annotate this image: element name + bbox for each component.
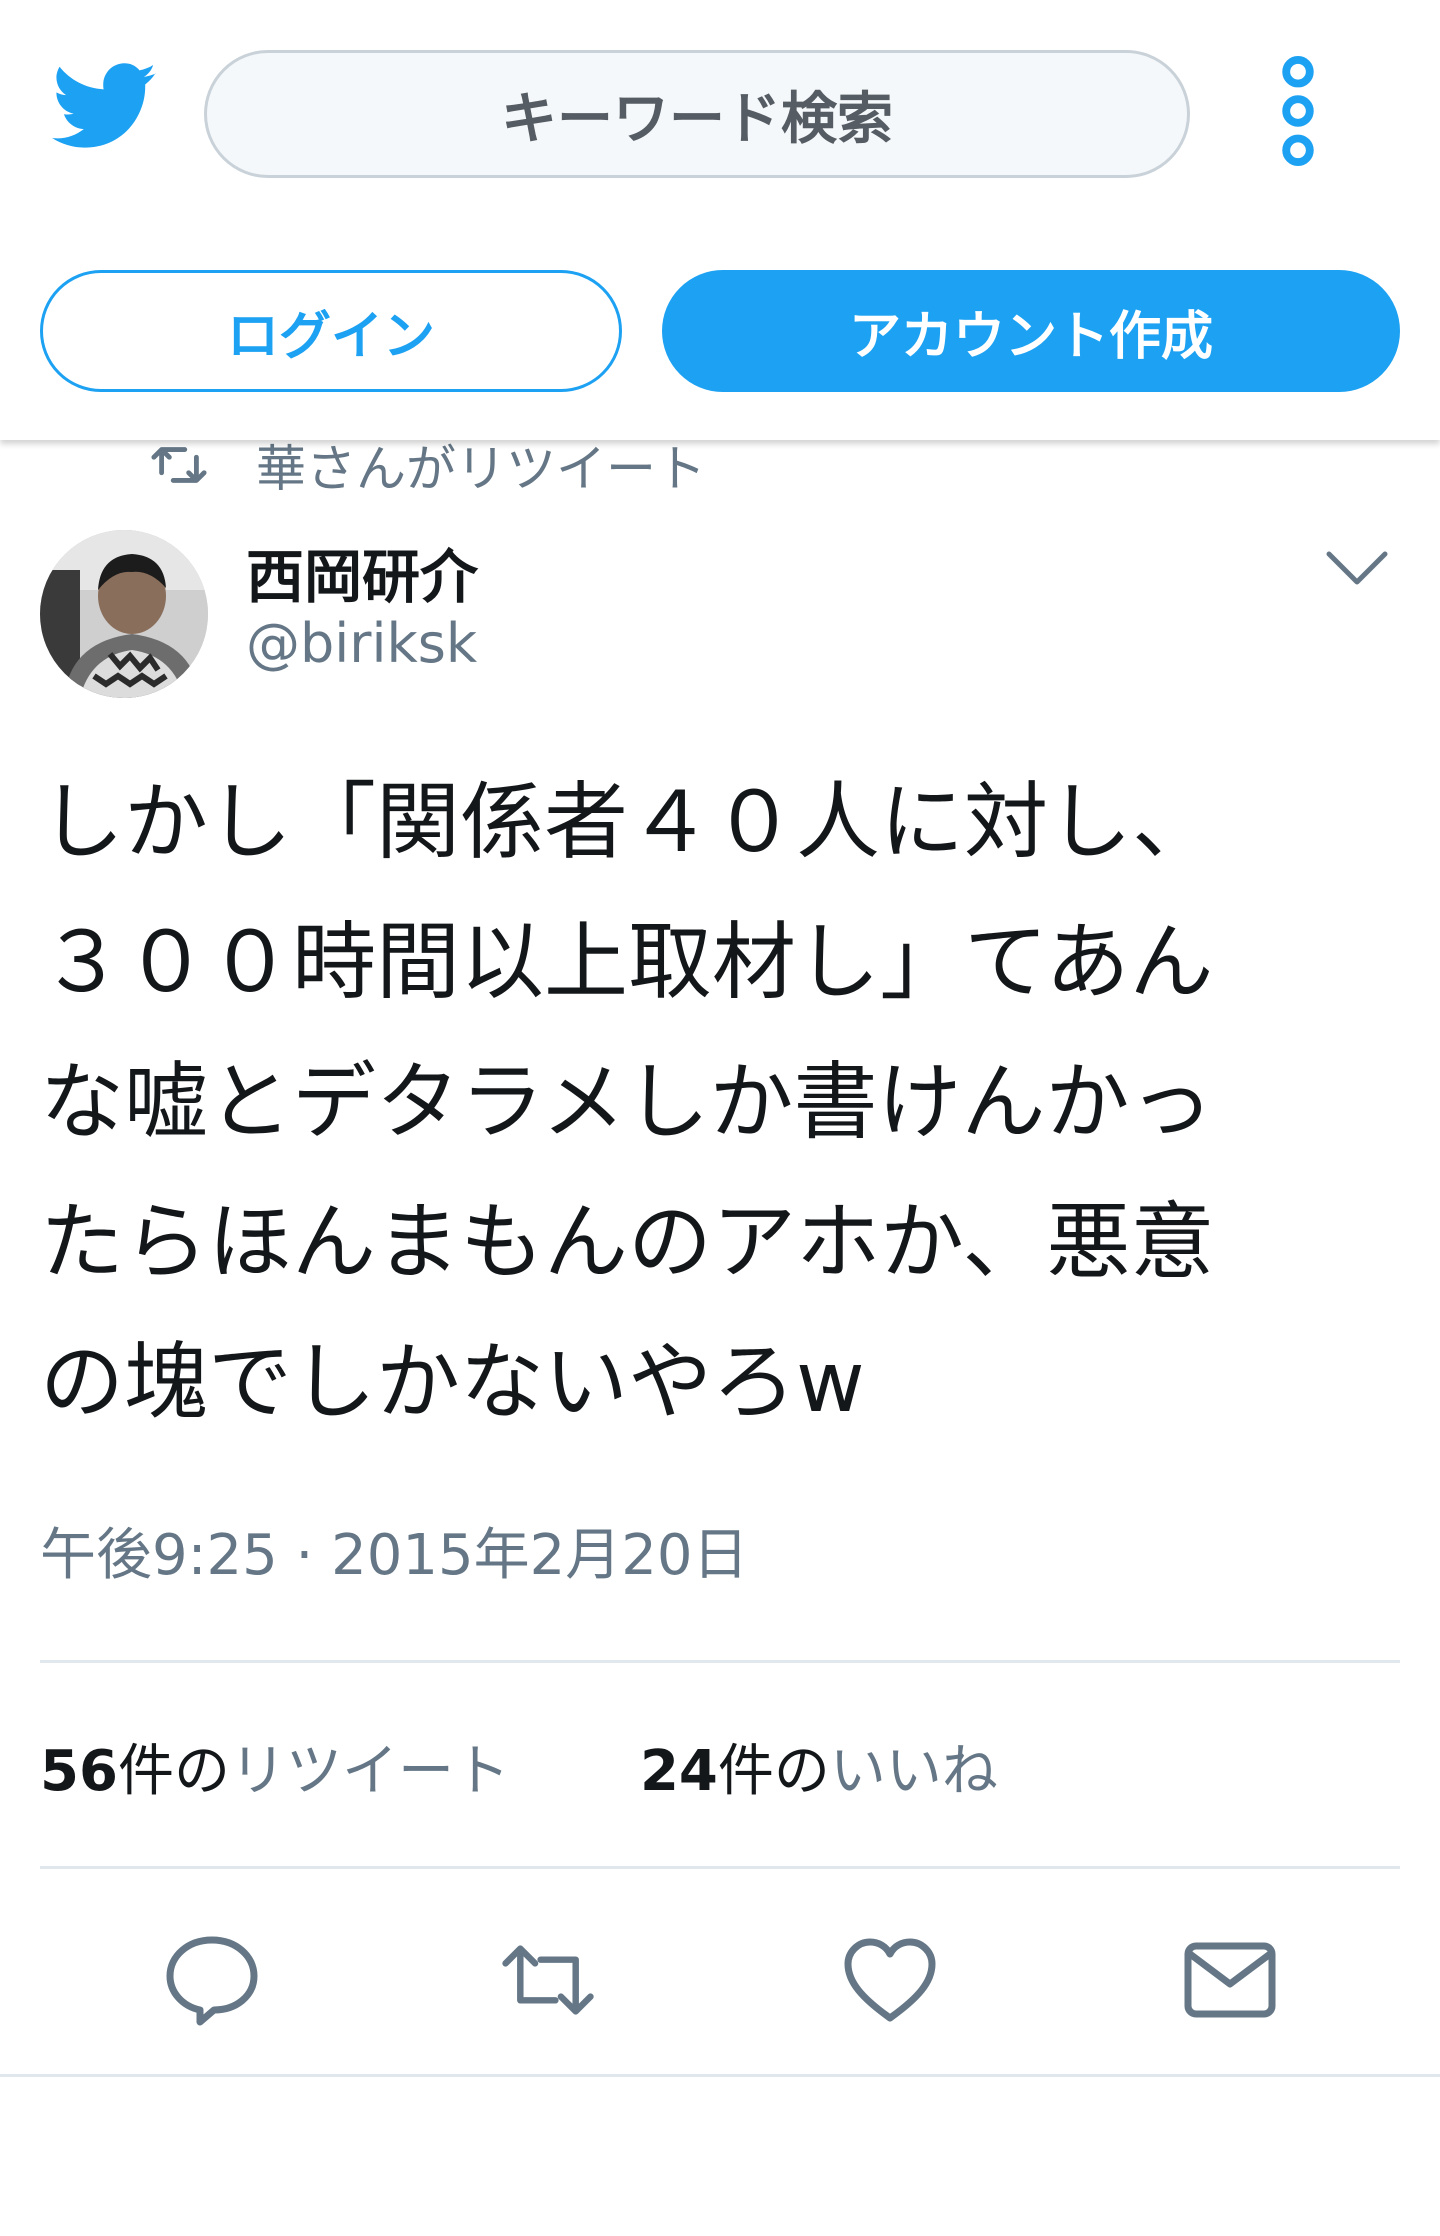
retweet-count[interactable]: 56 件の リツイート bbox=[40, 1726, 510, 1807]
like-count-number: 24 bbox=[639, 1739, 718, 1804]
tweet-text-line: しかし「関係者４０人に対し、 bbox=[40, 773, 1217, 871]
like-count-unit: 件の bbox=[717, 1739, 830, 1804]
top-header: キーワード検索 ログイン アカウント作成 bbox=[0, 0, 1440, 440]
like-count-label: いいね bbox=[829, 1739, 998, 1804]
reply-button[interactable] bbox=[162, 1930, 262, 2030]
tweet-actions bbox=[0, 1930, 1440, 2030]
retweet-count-number: 56 bbox=[40, 1739, 118, 1804]
signup-button[interactable]: アカウント作成 bbox=[662, 270, 1400, 392]
avatar-photo bbox=[40, 530, 208, 698]
divider bbox=[0, 2074, 1440, 2077]
tweet-text-line: ３００時間以上取材し」てあん bbox=[40, 913, 1214, 1011]
tweet-text: しかし「関係者４０人に対し、 ３００時間以上取材し」てあん な嘘とデタラメしか書… bbox=[40, 752, 1410, 1452]
retweet-button[interactable] bbox=[498, 1930, 598, 2030]
retweet-icon bbox=[502, 1945, 594, 2015]
tweet-timestamp[interactable]: 午後9:25 · 2015年2月20日 bbox=[40, 1510, 749, 1591]
divider bbox=[40, 1866, 1400, 1869]
login-button[interactable]: ログイン bbox=[40, 270, 622, 392]
retweet-context: 華さんがリツイート bbox=[150, 430, 706, 500]
retweet-count-unit: 件の bbox=[117, 1739, 230, 1804]
twitter-bird-icon[interactable] bbox=[52, 62, 158, 152]
tweet-text-line: な嘘とデタラメしか書けんかっ bbox=[40, 1053, 1214, 1151]
heart-icon bbox=[844, 1938, 936, 2022]
engagement-counts: 56 件の リツイート 24 件の いいね bbox=[40, 1726, 1128, 1807]
more-vertical-icon[interactable] bbox=[1268, 56, 1328, 166]
user-handle[interactable]: @biriksk bbox=[246, 612, 477, 675]
reply-icon bbox=[166, 1936, 258, 2026]
chevron-down-icon[interactable] bbox=[1324, 548, 1390, 588]
divider bbox=[40, 1660, 1400, 1663]
retweet-count-label: リツイート bbox=[229, 1739, 510, 1804]
search-input[interactable]: キーワード検索 bbox=[204, 50, 1190, 178]
tweet-text-line: の塊でしかないやろw bbox=[40, 1333, 865, 1431]
like-count[interactable]: 24 件の いいね bbox=[640, 1726, 998, 1807]
avatar[interactable] bbox=[40, 530, 208, 698]
retweet-icon bbox=[151, 447, 207, 483]
like-button[interactable] bbox=[840, 1930, 940, 2030]
display-name[interactable]: 西岡研介 bbox=[246, 530, 478, 614]
tweet-text-line: たらほんまもんのアホか、悪意 bbox=[40, 1193, 1215, 1291]
envelope-icon bbox=[1184, 1942, 1276, 2018]
direct-message-button[interactable] bbox=[1180, 1930, 1280, 2030]
